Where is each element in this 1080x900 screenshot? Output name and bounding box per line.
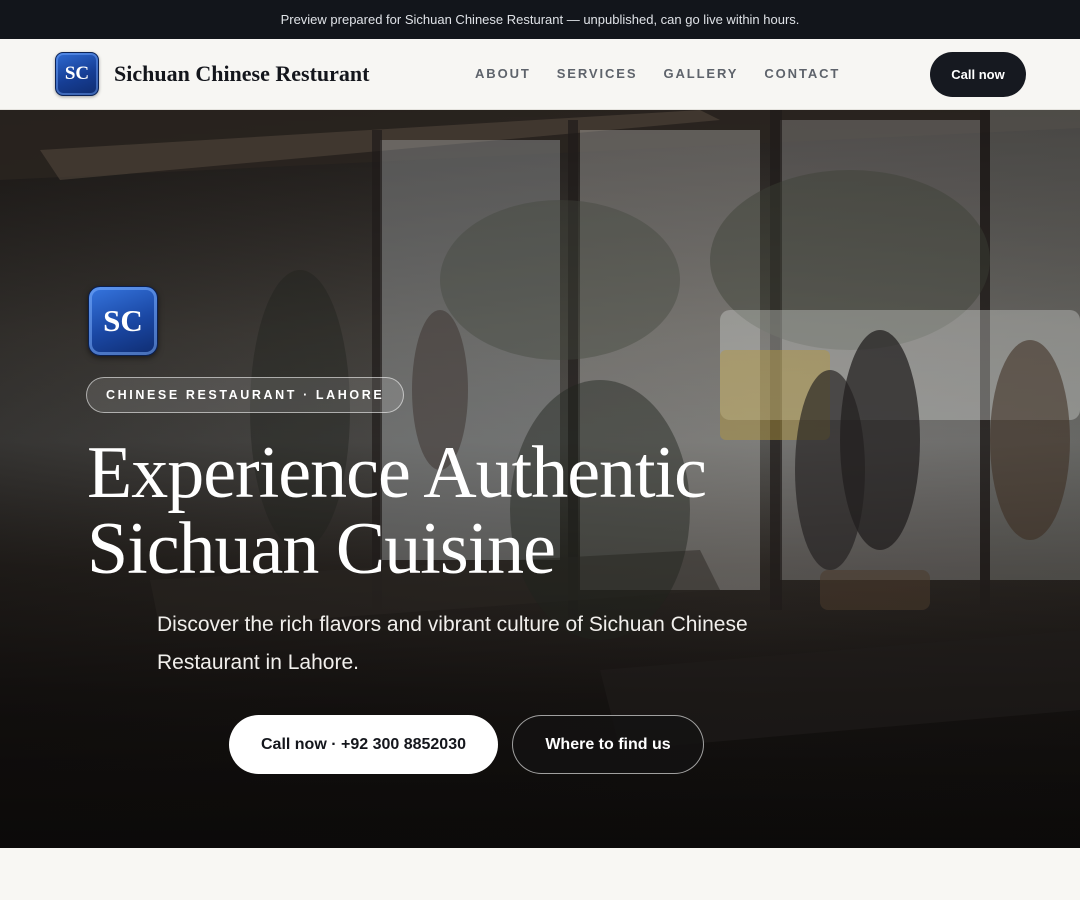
hero-title-line1: Experience Authentic [87, 432, 707, 514]
hero-subtitle: Discover the rich flavors and vibrant cu… [157, 613, 748, 674]
hero-section: SC CHINESE RESTAURANT · LAHORE Experienc… [0, 110, 1080, 848]
hero-title-line2: Sichuan Cuisine [87, 508, 556, 590]
hero-title: Experience Authentic Sichuan Cuisine [87, 435, 847, 587]
where-to-find-us-button[interactable]: Where to find us [512, 715, 704, 774]
nav-item-gallery[interactable]: GALLERY [663, 66, 738, 81]
hero-logo: SC [88, 286, 158, 356]
next-section [0, 848, 1080, 900]
call-now-button[interactable]: Call now · +92 300 8852030 [229, 715, 498, 774]
brand-logo: SC [55, 52, 99, 96]
nav-item-about[interactable]: ABOUT [475, 66, 531, 81]
category-badge: CHINESE RESTAURANT · LAHORE [86, 377, 405, 413]
preview-banner: Preview prepared for Sichuan Chinese Res… [0, 0, 1080, 39]
site-header: SC Sichuan Chinese Resturant ABOUT SERVI… [0, 39, 1080, 110]
nav-item-contact[interactable]: CONTACT [764, 66, 840, 81]
header-call-button[interactable]: Call now [930, 52, 1026, 97]
brand-link[interactable]: SC Sichuan Chinese Resturant [55, 52, 369, 96]
nav-item-services[interactable]: SERVICES [557, 66, 638, 81]
main-nav: ABOUT SERVICES GALLERY CONTACT [475, 66, 866, 81]
brand-name: Sichuan Chinese Resturant [114, 61, 370, 86]
preview-banner-text: Preview prepared for Sichuan Chinese Res… [280, 12, 800, 27]
